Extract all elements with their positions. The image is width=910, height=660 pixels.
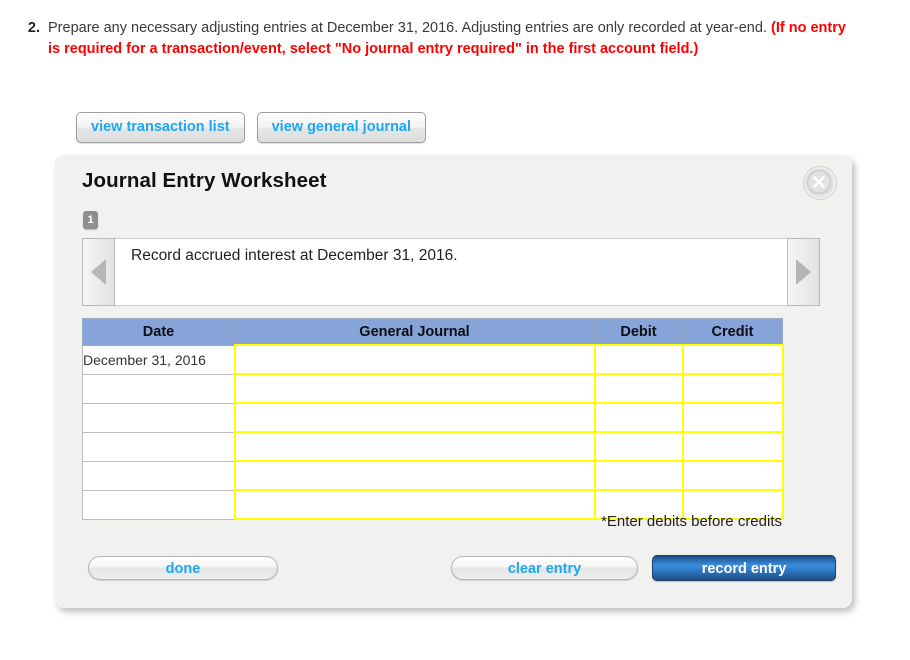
cell-general-journal[interactable] xyxy=(233,344,596,375)
cell-general-journal[interactable] xyxy=(233,431,596,462)
column-header-date: Date xyxy=(82,318,235,346)
journal-entry-worksheet-panel: Journal Entry Worksheet 1 Record accrued… xyxy=(55,155,852,608)
cell-credit[interactable] xyxy=(681,344,784,375)
cell-date: December 31, 2016 xyxy=(82,344,235,375)
column-header-credit: Credit xyxy=(682,318,783,346)
chevron-right-glyph xyxy=(796,259,811,285)
close-icon[interactable] xyxy=(803,166,837,200)
cell-general-journal[interactable] xyxy=(233,460,596,491)
cell-date[interactable] xyxy=(82,402,235,433)
entry-index-badge: 1 xyxy=(83,211,98,229)
cell-date[interactable] xyxy=(82,431,235,462)
transaction-navigator: Record accrued interest at December 31, … xyxy=(82,238,820,306)
table-row xyxy=(82,402,784,433)
table-row: December 31, 2016 xyxy=(82,344,784,375)
enter-debits-before-credits-note: *Enter debits before credits xyxy=(601,513,782,530)
cell-credit[interactable] xyxy=(681,402,784,433)
question-number: 2. xyxy=(27,20,40,36)
cell-credit[interactable] xyxy=(681,460,784,491)
column-header-debit: Debit xyxy=(594,318,683,346)
journal-entry-table: Date General Journal Debit Credit Decemb… xyxy=(82,318,784,520)
cell-debit[interactable] xyxy=(593,460,684,491)
view-general-journal-button[interactable]: view general journal xyxy=(256,112,427,143)
cell-date[interactable] xyxy=(82,460,235,491)
question-text: Prepare any necessary adjusting entries … xyxy=(48,18,848,60)
table-row xyxy=(82,460,784,491)
column-header-general-journal: General Journal xyxy=(234,318,595,346)
cell-credit[interactable] xyxy=(681,431,784,462)
transaction-description: Record accrued interest at December 31, … xyxy=(115,238,787,306)
question-block: 2. Prepare any necessary adjusting entri… xyxy=(18,18,880,60)
table-header-row: Date General Journal Debit Credit xyxy=(82,318,783,346)
chevron-left-glyph xyxy=(91,259,106,285)
table-row xyxy=(82,431,784,462)
table-row xyxy=(82,373,784,404)
chevron-right-icon[interactable] xyxy=(787,238,820,306)
view-buttons-group: view transaction list view general journ… xyxy=(76,112,427,143)
cell-general-journal[interactable] xyxy=(233,373,596,404)
cell-debit[interactable] xyxy=(593,431,684,462)
question-text-main: Prepare any necessary adjusting entries … xyxy=(48,20,771,36)
journal-table-body: December 31, 2016 xyxy=(82,344,784,520)
cell-debit[interactable] xyxy=(593,402,684,433)
panel-title: Journal Entry Worksheet xyxy=(82,169,327,192)
cell-general-journal[interactable] xyxy=(233,402,596,433)
done-button[interactable]: done xyxy=(88,556,278,580)
clear-entry-button[interactable]: clear entry xyxy=(451,556,638,580)
chevron-left-icon[interactable] xyxy=(82,238,115,306)
cell-debit[interactable] xyxy=(593,373,684,404)
cell-debit[interactable] xyxy=(593,344,684,375)
record-entry-button[interactable]: record entry xyxy=(652,555,836,581)
cell-date[interactable] xyxy=(82,373,235,404)
cell-credit[interactable] xyxy=(681,373,784,404)
view-transaction-list-button[interactable]: view transaction list xyxy=(76,112,245,143)
